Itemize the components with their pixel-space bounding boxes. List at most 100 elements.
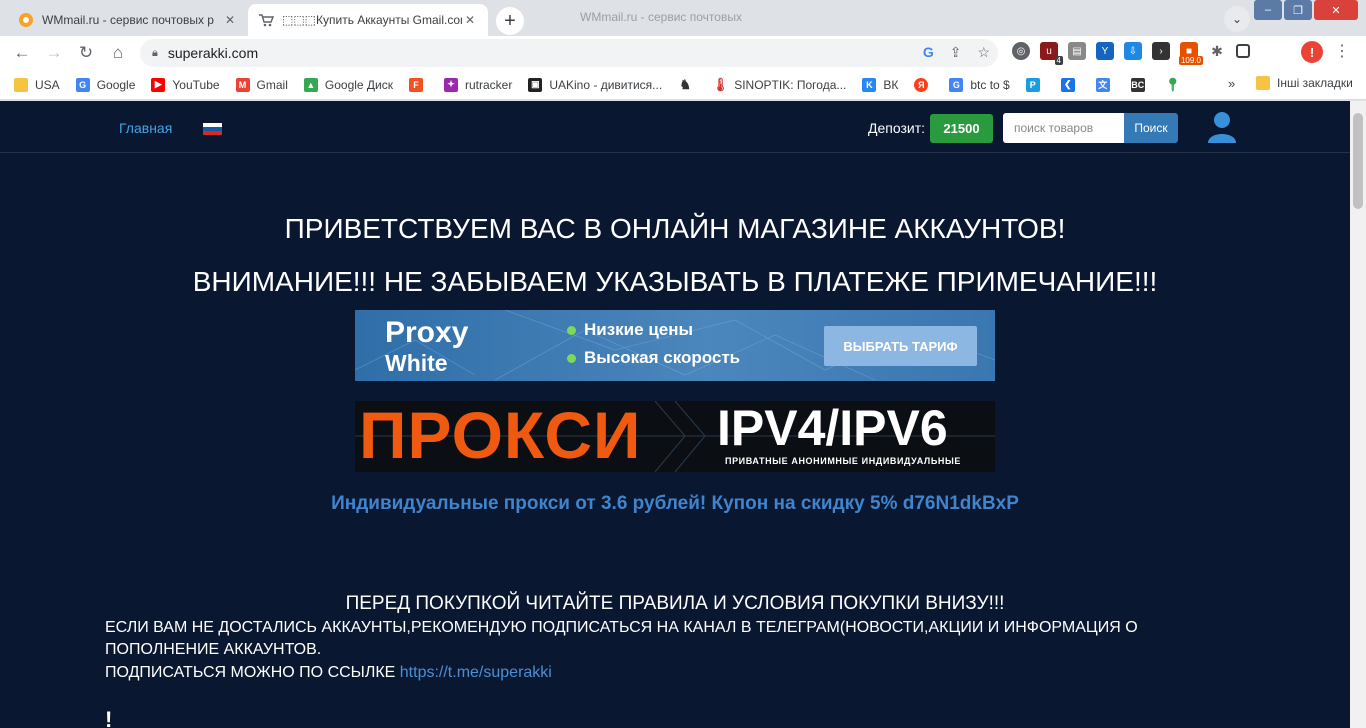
reload-icon[interactable]: ↻ bbox=[70, 39, 102, 67]
banner-proxy-big-text: ПРОКСИ bbox=[359, 401, 642, 472]
bookmark-chess[interactable]: ♞ bbox=[678, 76, 699, 92]
bookmark-rutracker[interactable]: ✦ rutracker bbox=[444, 77, 512, 92]
close-window-icon[interactable]: ✕ bbox=[1314, 0, 1358, 20]
user-account-icon[interactable] bbox=[1208, 111, 1236, 143]
scrollbar-thumb[interactable] bbox=[1353, 113, 1363, 209]
bookmark-youtube[interactable]: ▶ YouTube bbox=[151, 77, 220, 92]
exclamation-mark: ! bbox=[105, 707, 113, 728]
bookmark-vk[interactable]: K ВК bbox=[862, 77, 898, 92]
close-tab-icon[interactable]: ✕ bbox=[222, 12, 238, 28]
background-tab-ghost: WMmail.ru - сервис почтовых bbox=[580, 10, 742, 24]
bookmarks-overflow-icon[interactable]: » bbox=[1228, 76, 1235, 91]
bookmark-f[interactable]: F bbox=[409, 77, 430, 92]
arrow-extension-icon[interactable]: › bbox=[1152, 42, 1170, 60]
arrow-site-icon: ❮ bbox=[1060, 77, 1075, 92]
cart-favicon-icon bbox=[258, 12, 274, 28]
maximize-icon[interactable]: ❐ bbox=[1284, 0, 1312, 20]
forward-arrow-icon[interactable]: → bbox=[38, 39, 70, 67]
share-icon[interactable]: ⇪ bbox=[950, 44, 962, 61]
address-bar[interactable]: 🔒︎ superakki.com G ⇪ ☆ bbox=[140, 39, 998, 67]
rutracker-icon: ✦ bbox=[444, 77, 458, 92]
lock-icon: 🔒︎ bbox=[152, 46, 158, 59]
puzzle-extensions-icon[interactable]: ✱ bbox=[1208, 42, 1226, 60]
proxy-white-banner[interactable]: Proxy White Низкие цены Высокая скорость… bbox=[355, 310, 995, 381]
ublock-icon[interactable]: u4 bbox=[1040, 42, 1063, 65]
minimize-icon[interactable]: – bbox=[1254, 0, 1282, 20]
tab-wmmail[interactable]: WMmail.ru - сервис почтовых р ✕ bbox=[8, 4, 248, 36]
bookmark-google-drive[interactable]: ▲ Google Диск bbox=[303, 77, 393, 92]
bookmark-usa[interactable]: USA bbox=[14, 77, 60, 92]
y-extension-icon[interactable]: Y bbox=[1096, 42, 1114, 60]
green-bullet-icon bbox=[567, 353, 576, 363]
youtube-icon: ▶ bbox=[151, 77, 166, 92]
rules-heading: ПЕРЕД ПОКУПКОЙ ЧИТАЙТЕ ПРАВИЛА И УСЛОВИЯ… bbox=[345, 593, 1005, 614]
bookmark-sinoptik[interactable]: 🌡︎ SINOPTIK: Погода... bbox=[712, 77, 846, 92]
f-site-icon: F bbox=[409, 77, 423, 92]
promo-coupon-text[interactable]: Индивидуальные прокси от 3.6 рублей! Куп… bbox=[0, 493, 1350, 515]
wmmail-favicon-icon bbox=[18, 12, 34, 28]
site-header: Главная Депозит: 21500 Поиск bbox=[0, 101, 1350, 153]
telegram-link[interactable]: https://t.me/superakki bbox=[400, 664, 552, 681]
google-icon: G bbox=[949, 77, 964, 92]
bc-icon: BC bbox=[1130, 77, 1145, 92]
nav-home-link[interactable]: Главная bbox=[119, 120, 172, 136]
deposit-badge[interactable]: 21500 bbox=[930, 114, 993, 143]
bookmarks-bar: USA G Google ▶ YouTube M Gmail ▲ Google Диск… bbox=[0, 70, 1366, 100]
uakino-icon: ▣ bbox=[528, 77, 543, 92]
drive-icon: ▲ bbox=[303, 77, 318, 92]
ublock-badge: 4 bbox=[1054, 56, 1063, 65]
bookmark-other-folder[interactable]: Інші закладки bbox=[1256, 76, 1353, 90]
folder-icon bbox=[1256, 76, 1270, 90]
p-site-icon: P bbox=[1025, 77, 1040, 92]
search-button[interactable]: Поиск bbox=[1124, 113, 1178, 143]
bookmark-bc[interactable]: BC bbox=[1130, 77, 1152, 92]
close-tab-icon[interactable]: ✕ bbox=[462, 12, 478, 28]
home-icon[interactable]: ⌂ bbox=[102, 39, 134, 67]
subscribe-line: ПОДПИСАТЬСЯ МОЖНО ПО ССЫЛКЕ https://t.me… bbox=[105, 664, 552, 682]
profile-avatar[interactable]: ! bbox=[1301, 41, 1323, 63]
browser-toolbar: ← → ↻ ⌂ 🔒︎ superakki.com G ⇪ ☆ ◎ u4 ▤ Y … bbox=[0, 36, 1366, 70]
choose-tariff-button[interactable]: ВЫБРАТЬ ТАРИФ bbox=[824, 326, 977, 366]
download-extension-icon[interactable]: ⇩ bbox=[1124, 42, 1142, 60]
url-text: superakki.com bbox=[167, 45, 259, 61]
bookmark-btc[interactable]: Gbtc to $ bbox=[949, 77, 1010, 92]
telegram-recommendation-line: ЕСЛИ ВАМ НЕ ДОСТАЛИСЬ АККАУНТЫ,РЕКОМЕНДУ… bbox=[105, 619, 1138, 636]
russian-flag-icon[interactable] bbox=[203, 123, 222, 135]
side-panel-icon[interactable] bbox=[1236, 44, 1250, 58]
briefcase-extension-icon[interactable]: ▤ bbox=[1068, 42, 1086, 60]
telegram-recommendation-line2: ПОПОЛНЕНИЕ АККАУНТОВ. bbox=[105, 641, 322, 658]
bookmark-gmail[interactable]: M Gmail bbox=[235, 77, 288, 92]
bookmark-arrow[interactable]: ❮ bbox=[1060, 77, 1082, 92]
yandex-icon: Я bbox=[914, 77, 929, 92]
welcome-heading: ПРИВЕТСТВУЕМ ВАС В ОНЛАЙН МАГАЗИНЕ АККАУ… bbox=[284, 213, 1066, 244]
bookmark-yandex[interactable]: Я bbox=[914, 77, 935, 92]
globe-extension-icon[interactable]: ◎ bbox=[1012, 42, 1030, 60]
tab-title: ⬚⬚⬚Купить Аккаунты Gmail.com bbox=[282, 13, 462, 27]
vk-icon: K bbox=[862, 77, 877, 92]
tab-search-chevron-icon[interactable]: ⌄ bbox=[1224, 6, 1250, 32]
chrome-menu-icon[interactable]: ⋮ bbox=[1334, 41, 1350, 61]
folder-icon bbox=[14, 77, 28, 92]
translate-icon: 文 bbox=[1095, 77, 1110, 92]
back-arrow-icon[interactable]: ← bbox=[6, 39, 38, 67]
bookmark-star-icon[interactable]: ☆ bbox=[977, 44, 990, 61]
counter-extension-icon[interactable]: ■ 109.0 bbox=[1178, 42, 1203, 65]
gmail-icon: M bbox=[235, 77, 250, 92]
counter-badge: 109.0 bbox=[1178, 56, 1203, 65]
bookmark-uakino[interactable]: ▣ UAKino - дивитися... bbox=[528, 77, 662, 92]
google-lens-icon[interactable]: G bbox=[923, 44, 934, 61]
page-scrollbar[interactable] bbox=[1350, 101, 1366, 728]
new-tab-button[interactable]: + bbox=[496, 7, 524, 35]
bookmark-google[interactable]: G Google bbox=[75, 77, 135, 92]
bookmark-translate[interactable]: 文 bbox=[1095, 77, 1117, 92]
google-icon: G bbox=[75, 77, 90, 92]
chess-knight-icon: ♞ bbox=[679, 76, 692, 92]
bookmark-p[interactable]: P bbox=[1025, 77, 1047, 92]
product-search-input[interactable] bbox=[1003, 113, 1125, 143]
tab-strip: WMmail.ru - сервис почтовых р ✕ ⬚⬚⬚Купит… bbox=[0, 0, 1366, 36]
attention-heading: ВНИМАНИЕ!!! НЕ ЗАБЫВАЕМ УКАЗЫВАТЬ В ПЛАТ… bbox=[192, 266, 1158, 297]
tab-superakki[interactable]: ⬚⬚⬚Купить Аккаунты Gmail.com ✕ bbox=[248, 4, 488, 36]
bookmark-maps[interactable]: 📍︎ bbox=[1164, 77, 1187, 92]
page-content: Главная Депозит: 21500 Поиск ПРИВЕТСТВУЕ… bbox=[0, 101, 1350, 728]
proxy-ipv-banner[interactable]: ПРОКСИ IPV4/IPV6 ПРИВАТНЫЕ АНОНИМНЫЕ ИНД… bbox=[355, 401, 995, 472]
